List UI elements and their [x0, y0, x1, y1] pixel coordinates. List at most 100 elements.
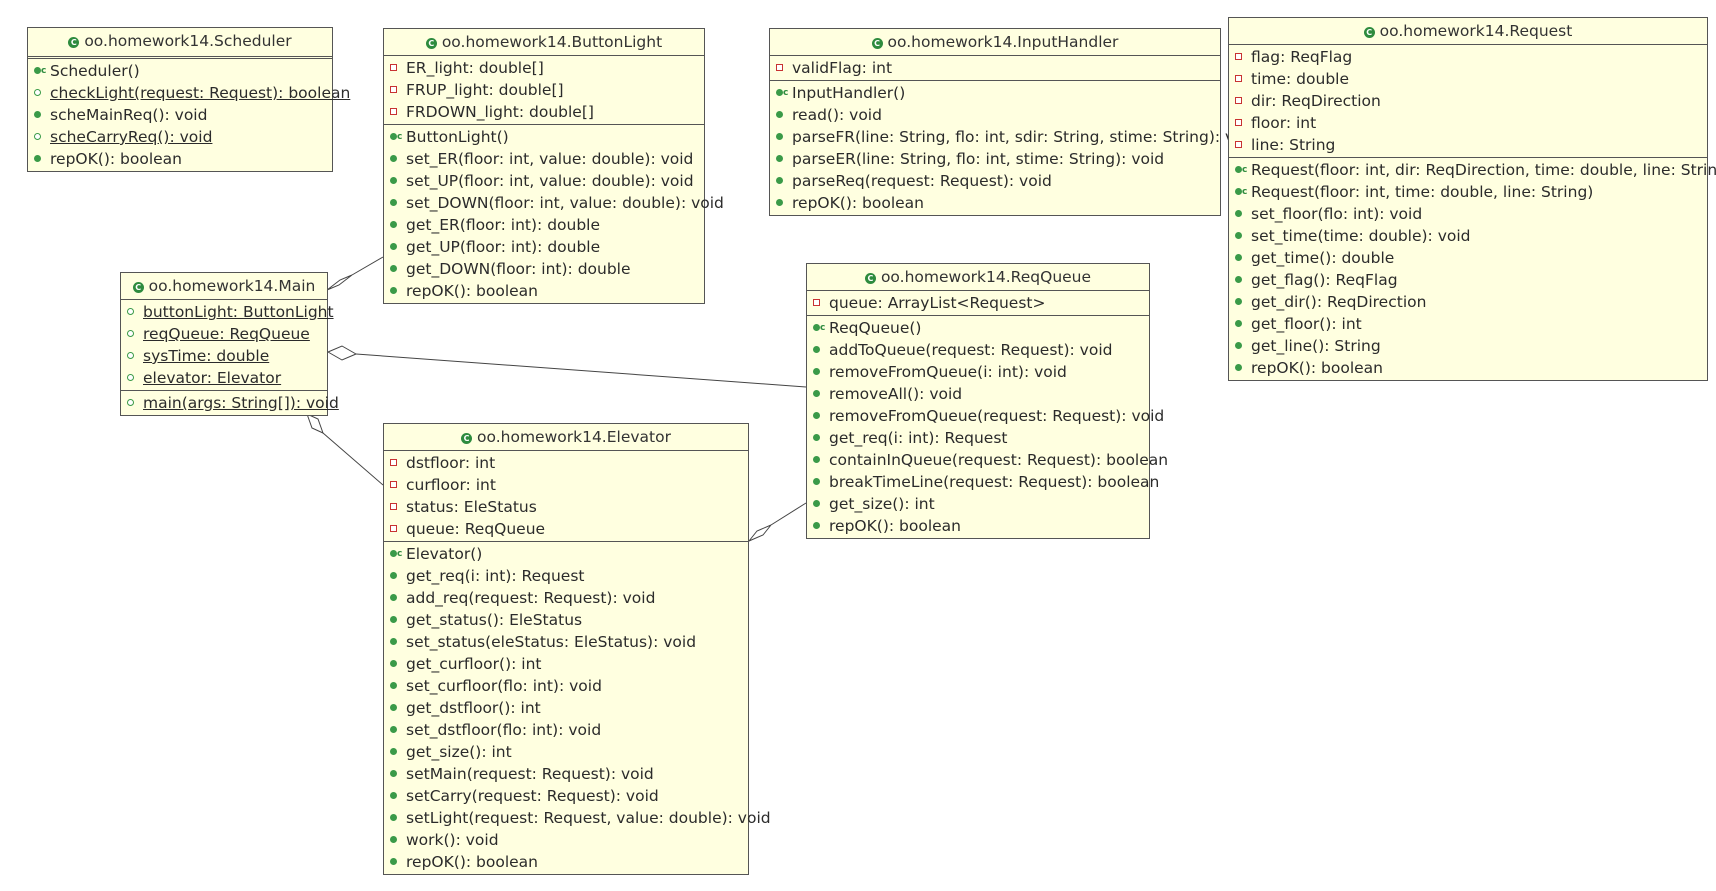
public-method-icon: [1235, 276, 1242, 283]
public-method-icon: [390, 243, 397, 250]
operation: set_time(time: double): void: [1229, 225, 1707, 247]
connector-main-reqqueue: [355, 353, 807, 388]
public-method-icon: [390, 836, 397, 843]
operation: repOK(): boolean: [28, 148, 332, 170]
class-name: oo.homework14.Main: [148, 277, 316, 295]
operation: Request(floor: int, time: double, line: …: [1229, 181, 1707, 203]
class-icon: C: [864, 273, 876, 284]
attribute: queue: ArrayList<Request>: [807, 292, 1149, 314]
attributes-section: buttonLight: ButtonLight reqQueue: ReqQu…: [121, 300, 334, 391]
operation: breakTimeLine(request: Request): boolean: [807, 471, 1159, 493]
class-icon: C: [425, 38, 437, 49]
connector-main-elevator: [322, 432, 384, 486]
public-method-icon: [813, 346, 820, 353]
public-method-icon: [776, 133, 783, 140]
public-method-icon: [776, 155, 783, 162]
operation: Scheduler(): [28, 60, 332, 82]
attributes-section: queue: ArrayList<Request>: [807, 291, 1149, 316]
public-method-icon: [127, 399, 134, 406]
class-elevator[interactable]: Coo.homework14.Elevator dstfloor: int cu…: [383, 423, 771, 875]
private-field-icon: [1235, 119, 1242, 126]
class-icon: C: [68, 37, 80, 48]
constructor-icon: [776, 82, 788, 104]
public-method-icon: [1235, 320, 1242, 327]
public-method-icon: [390, 199, 397, 206]
operation: get_status(): EleStatus: [384, 609, 748, 631]
class-name: oo.homework14.ReqQueue: [880, 268, 1092, 286]
attributes-section: flag: ReqFlag time: double dir: ReqDirec…: [1229, 45, 1707, 158]
public-method-icon: [390, 770, 397, 777]
public-method-icon: [34, 89, 41, 96]
operation: get_floor(): int: [1229, 313, 1707, 335]
operation: scheMainReq(): void: [28, 104, 332, 126]
attribute: reqQueue: ReqQueue: [121, 323, 327, 345]
public-method-icon: [34, 155, 41, 162]
public-method-icon: [390, 748, 397, 755]
public-method-icon: [813, 434, 820, 441]
class-main[interactable]: Coo.homework14.Main buttonLight: ButtonL…: [120, 272, 339, 416]
operation: repOK(): boolean: [770, 192, 1220, 214]
class-scheduler[interactable]: Coo.homework14.Scheduler Scheduler() che…: [27, 27, 350, 172]
public-method-icon: [390, 704, 397, 711]
private-field-icon: [390, 525, 397, 532]
public-method-icon: [390, 265, 397, 272]
public-method-icon: [390, 814, 397, 821]
attributes-section: validFlag: int: [770, 56, 1220, 81]
operation: repOK(): boolean: [384, 280, 704, 302]
private-field-icon: [390, 64, 397, 71]
operation: repOK(): boolean: [1229, 357, 1707, 379]
operation: ButtonLight(): [384, 126, 704, 148]
operation: get_DOWN(floor: int): double: [384, 258, 704, 280]
attribute: elevator: Elevator: [121, 367, 327, 389]
class-icon: C: [871, 38, 883, 49]
operation: InputHandler(): [770, 82, 1220, 104]
attribute: status: EleStatus: [384, 496, 748, 518]
constructor-icon: [34, 60, 46, 82]
class-header: Coo.homework14.ReqQueue: [807, 264, 1149, 291]
public-method-icon: [776, 177, 783, 184]
operation: add_req(request: Request): void: [384, 587, 748, 609]
class-name: oo.homework14.InputHandler: [887, 33, 1119, 51]
public-field-icon: [127, 330, 134, 337]
attribute: flag: ReqFlag: [1229, 46, 1707, 68]
class-reqqueue[interactable]: Coo.homework14.ReqQueue queue: ArrayList…: [806, 263, 1168, 539]
operation: get_req(i: int): Request: [807, 427, 1149, 449]
constructor-icon: [1235, 181, 1247, 203]
operation: set_dstfloor(flo: int): void: [384, 719, 748, 741]
private-field-icon: [1235, 53, 1242, 60]
attribute: dir: ReqDirection: [1229, 90, 1707, 112]
aggregation-diamond-reqqueue: [326, 345, 358, 361]
private-field-icon: [390, 481, 397, 488]
class-inputhandler[interactable]: Coo.homework14.InputHandler validFlag: i…: [769, 28, 1258, 216]
attributes-section: ER_light: double[] FRUP_light: double[] …: [384, 56, 704, 125]
class-header: Coo.homework14.Scheduler: [28, 28, 332, 59]
public-method-icon: [776, 111, 783, 118]
class-buttonlight[interactable]: Coo.homework14.ButtonLight ER_light: dou…: [383, 28, 724, 304]
operation: get_UP(floor: int): double: [384, 236, 704, 258]
operation: get_size(): int: [807, 493, 1149, 515]
operations-section: ReqQueue() addToQueue(request: Request):…: [807, 316, 1168, 538]
public-method-icon: [390, 594, 397, 601]
operation: get_time(): double: [1229, 247, 1707, 269]
public-method-icon: [1235, 298, 1242, 305]
operations-section: Elevator() get_req(i: int): Request add_…: [384, 542, 771, 874]
operation: removeFromQueue(request: Request): void: [807, 405, 1164, 427]
public-method-icon: [390, 155, 397, 162]
operation: main(args: String[]): void: [121, 392, 339, 414]
constructor-icon: [813, 317, 825, 339]
public-method-icon: [813, 500, 820, 507]
class-header: Coo.homework14.Request: [1229, 18, 1707, 45]
attribute: queue: ReqQueue: [384, 518, 748, 540]
operation: addToQueue(request: Request): void: [807, 339, 1149, 361]
operation: scheCarryReq(): void: [28, 126, 332, 148]
private-field-icon: [390, 459, 397, 466]
connector-main-buttonlight: [351, 256, 384, 276]
private-field-icon: [1235, 97, 1242, 104]
public-field-icon: [127, 308, 134, 315]
private-field-icon: [390, 108, 397, 115]
operations-section: Request(floor: int, dir: ReqDirection, t…: [1229, 158, 1716, 380]
constructor-icon: [390, 543, 402, 565]
operation: set_curfloor(flo: int): void: [384, 675, 748, 697]
aggregation-diamond-elevator: [306, 413, 324, 434]
class-request[interactable]: Coo.homework14.Request flag: ReqFlag tim…: [1228, 17, 1716, 381]
